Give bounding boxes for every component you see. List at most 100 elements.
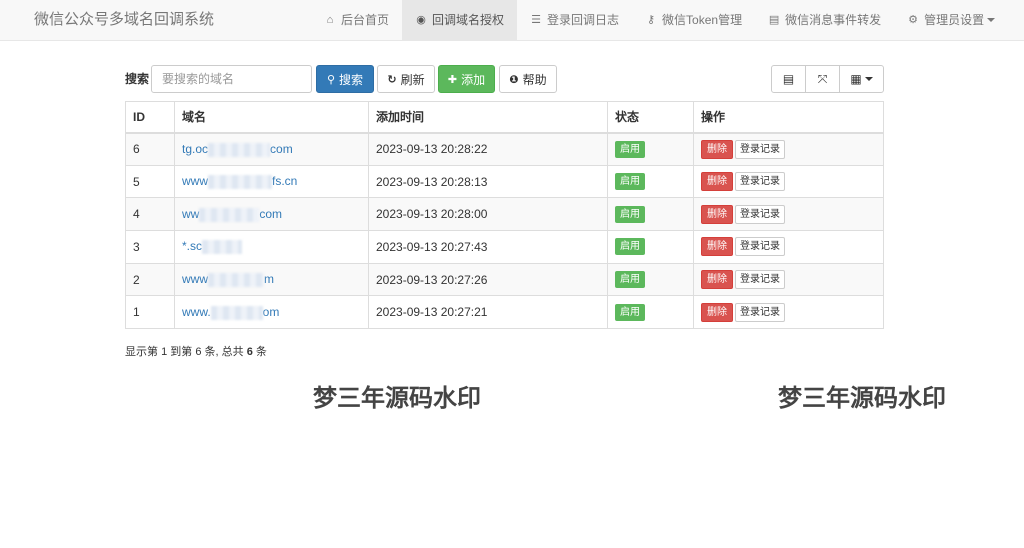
row-id: 6 (125, 132, 175, 166)
row-status: 启用 (607, 132, 694, 166)
search-button[interactable]: ⚲ 搜索 (316, 65, 374, 93)
navbar: 微信公众号多域名回调系统 ⌂ 后台首页 ◉ 回调域名授权 ☰ 登录回调日志 ⚷ 微信Token… (0, 0, 1024, 41)
row-actions: 删除 登录记录 (693, 132, 884, 166)
row-domain: www m (174, 262, 369, 297)
row-id: 2 (125, 262, 175, 297)
domain-link[interactable]: www fs.cn (182, 174, 297, 189)
redacted-blur (208, 174, 272, 189)
row-domain: *.sc (174, 230, 369, 264)
domain-table: ID 域名 添加时间 状态 操作 6 tg.oc com 2023-09-13 20:… (125, 101, 884, 330)
chevron-down-icon (987, 18, 996, 22)
domain-link[interactable]: tg.oc com (182, 142, 293, 157)
list-view-icon: ▤ (782, 72, 795, 86)
nav-item-label: 微信消息事件转发 (785, 13, 882, 27)
col-actions: 操作 (693, 101, 884, 134)
col-id[interactable]: ID (125, 101, 175, 134)
gear-icon: ⚙ (908, 14, 919, 26)
row-domain: www fs.cn (174, 164, 369, 199)
nav-item-1[interactable]: ◉ 回调域名授权 (402, 0, 518, 40)
row-id: 3 (125, 230, 175, 264)
delete-button[interactable]: 删除 (701, 237, 733, 257)
col-domain[interactable]: 域名 (174, 101, 369, 134)
row-time: 2023-09-13 20:27:43 (368, 230, 608, 264)
plus-icon: ✚ (447, 73, 458, 86)
help-button[interactable]: ❶ 帮助 (499, 65, 557, 93)
status-badge[interactable]: 启用 (615, 140, 645, 158)
row-actions: 删除 登录记录 (693, 262, 884, 297)
domain-link[interactable]: www m (182, 272, 274, 287)
domain-link[interactable]: ww com (182, 207, 282, 222)
login-log-button[interactable]: 登录记录 (735, 302, 785, 322)
delete-button[interactable]: 删除 (701, 204, 733, 224)
delete-button[interactable]: 删除 (701, 139, 733, 159)
nav-item-2[interactable]: ☰ 登录回调日志 (517, 0, 632, 40)
info-icon: ❶ (509, 73, 519, 86)
search-input[interactable] (151, 65, 312, 93)
toolbar: 搜索 ⚲ 搜索 ↻ 刷新 ✚ 添加 ❶ 帮助 ▤ ⤧ ▦ (125, 65, 884, 93)
table-row: 5 www fs.cn 2023-09-13 20:28:13 启用 删除 登录记录 (125, 164, 884, 199)
columns-button[interactable]: ▦ (839, 65, 884, 93)
table-row: 4 ww com 2023-09-13 20:28:00 启用 删除 登录记录 (125, 197, 884, 232)
globe-icon: ◉ (416, 14, 426, 26)
watermark-right: 梦三年源码水印 (778, 384, 946, 412)
domain-link[interactable]: *.sc (182, 239, 243, 255)
login-log-button[interactable]: 登录记录 (735, 204, 785, 224)
row-time: 2023-09-13 20:28:00 (368, 197, 608, 232)
row-status: 启用 (607, 164, 694, 199)
row-status: 启用 (607, 262, 694, 297)
status-badge[interactable]: 启用 (615, 205, 645, 223)
row-actions: 删除 登录记录 (693, 164, 884, 199)
pagination-summary: 显示第 1 到第 6 条, 总共 6 条 (125, 346, 267, 358)
redacted-blur (208, 142, 271, 157)
table-tools: ▤ ⤧ ▦ (771, 65, 884, 93)
fullscreen-icon: ⤧ (817, 71, 828, 86)
add-button[interactable]: ✚ 添加 (438, 65, 495, 93)
redacted-blur (202, 240, 243, 255)
main-nav: ⌂ 后台首页 ◉ 回调域名授权 ☰ 登录回调日志 ⚷ 微信Token管理 ▤ 微信消息事件转发 ⚙ 管… (311, 0, 1008, 40)
fullscreen-button[interactable]: ⤧ (805, 65, 840, 93)
table-row: 1 www. om 2023-09-13 20:27:21 启用 删除 登录记录 (125, 295, 884, 330)
status-badge[interactable]: 启用 (615, 303, 645, 321)
domain-link[interactable]: www. om (182, 305, 279, 320)
chevron-down-icon (864, 77, 873, 81)
toggle-view-button[interactable]: ▤ (771, 65, 806, 93)
row-id: 4 (125, 197, 175, 232)
refresh-button[interactable]: ↻ 刷新 (377, 65, 435, 93)
login-log-button[interactable]: 登录记录 (735, 270, 785, 290)
nav-item-label: 管理员设置 (924, 13, 985, 27)
grid-icon: ▦ (850, 72, 862, 86)
nav-item-label: 微信Token管理 (662, 13, 743, 27)
status-badge[interactable]: 启用 (615, 238, 645, 256)
col-status[interactable]: 状态 (607, 101, 694, 134)
nav-item-label: 登录回调日志 (547, 13, 620, 27)
home-icon: ⌂ (326, 14, 334, 26)
nav-item-5[interactable]: ⚙ 管理员设置 (894, 0, 1008, 40)
status-badge[interactable]: 启用 (615, 271, 645, 289)
nav-item-0[interactable]: ⌂ 后台首页 (311, 0, 402, 40)
list-icon: ☰ (531, 14, 541, 26)
table-row: 2 www m 2023-09-13 20:27:26 启用 删除 登录记录 (125, 262, 884, 297)
table-header-row: ID 域名 添加时间 状态 操作 (125, 101, 884, 134)
login-log-button[interactable]: 登录记录 (735, 139, 785, 159)
login-log-button[interactable]: 登录记录 (735, 237, 785, 257)
brand-title[interactable]: 微信公众号多域名回调系统 (34, 0, 214, 40)
row-time: 2023-09-13 20:28:13 (368, 164, 608, 199)
row-time: 2023-09-13 20:27:26 (368, 262, 608, 297)
refresh-icon: ↻ (387, 73, 397, 86)
row-time: 2023-09-13 20:28:22 (368, 132, 608, 166)
delete-button[interactable]: 删除 (701, 302, 733, 322)
search-label: 搜索 (125, 72, 150, 86)
delete-button[interactable]: 删除 (701, 172, 733, 192)
row-id: 1 (125, 295, 175, 330)
delete-button[interactable]: 删除 (701, 270, 733, 290)
login-log-button[interactable]: 登录记录 (735, 172, 785, 192)
nav-item-3[interactable]: ⚷ 微信Token管理 (632, 0, 755, 40)
table-row: 3 *.sc 2023-09-13 20:27:43 启用 删除 登录记录 (125, 230, 884, 264)
nav-item-4[interactable]: ▤ 微信消息事件转发 (755, 0, 894, 40)
row-actions: 删除 登录记录 (693, 295, 884, 330)
status-badge[interactable]: 启用 (615, 173, 645, 191)
row-actions: 删除 登录记录 (693, 197, 884, 232)
row-status: 启用 (607, 230, 694, 264)
col-time[interactable]: 添加时间 (368, 101, 608, 134)
redacted-blur (208, 273, 264, 287)
